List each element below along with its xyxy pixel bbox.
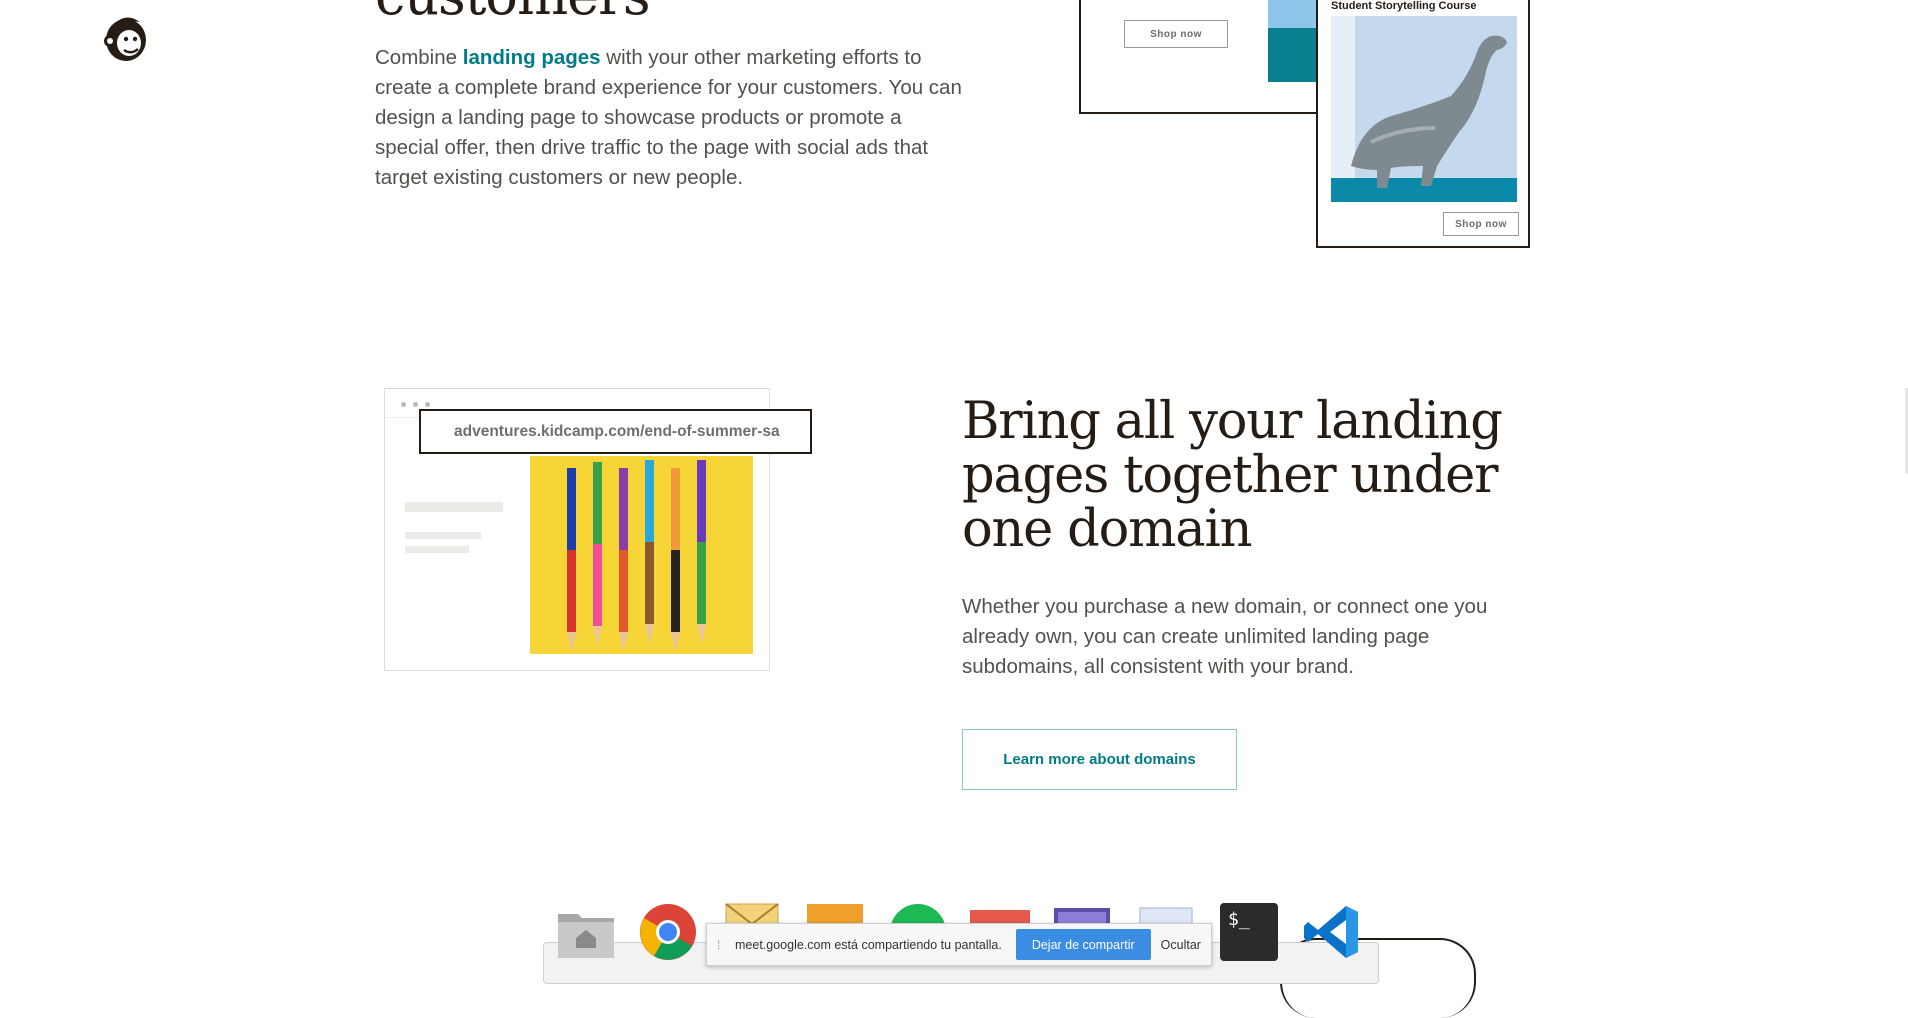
home-folder-icon[interactable] [556,902,616,962]
drag-handle-icon[interactable]: ⁞ [717,938,727,952]
card2-shop-now-button[interactable]: Shop now [1443,212,1519,236]
placeholder-line [405,502,503,512]
browser-dot-icon [413,402,418,407]
colored-pencils-image [530,456,753,654]
terminal-icon[interactable]: $_ [1219,902,1279,962]
placeholder-line [405,532,481,539]
card1-image-water [1268,28,1317,82]
landing-pages-link[interactable]: landing pages [463,46,601,69]
card2-title: Student Storytelling Course [1331,0,1477,12]
stop-sharing-button[interactable]: Dejar de compartir [1015,929,1151,960]
learn-more-domains-button[interactable]: Learn more about domains [962,729,1237,790]
card1-shop-now-button[interactable]: Shop now [1124,20,1228,48]
vscode-icon[interactable] [1302,902,1362,962]
section2-heading: Bring all your landing pages together un… [962,392,1503,559]
hide-bar-button[interactable]: Ocultar [1161,938,1201,952]
card1-image-sky [1268,0,1317,28]
product-card-2: Student Storytelling Course Shop now [1316,0,1530,248]
section2-paragraph: Whether you purchase a new domain, or co… [962,595,1488,678]
url-display: adventures.kidcamp.com/end-of-summer-sa [419,409,812,454]
section1-para-before: Combine [375,46,463,69]
dinosaur-toy-image [1331,16,1517,202]
share-status-text: meet.google.com está compartiendo tu pan… [735,937,1002,952]
terminal-prompt: $_ [1220,903,1278,961]
placeholder-line [405,546,469,553]
screen-share-bar: ⁞ meet.google.com está compartiendo tu p… [706,923,1212,966]
browser-dot-icon [425,402,430,407]
browser-dot-icon [401,402,406,407]
section1-heading: customers [375,0,651,27]
section1-paragraph: Combine landing pages with your other ma… [375,43,965,193]
mailchimp-logo-icon[interactable] [100,12,152,64]
product-card-1: Shop now [1079,0,1319,114]
chrome-icon[interactable] [638,902,698,962]
